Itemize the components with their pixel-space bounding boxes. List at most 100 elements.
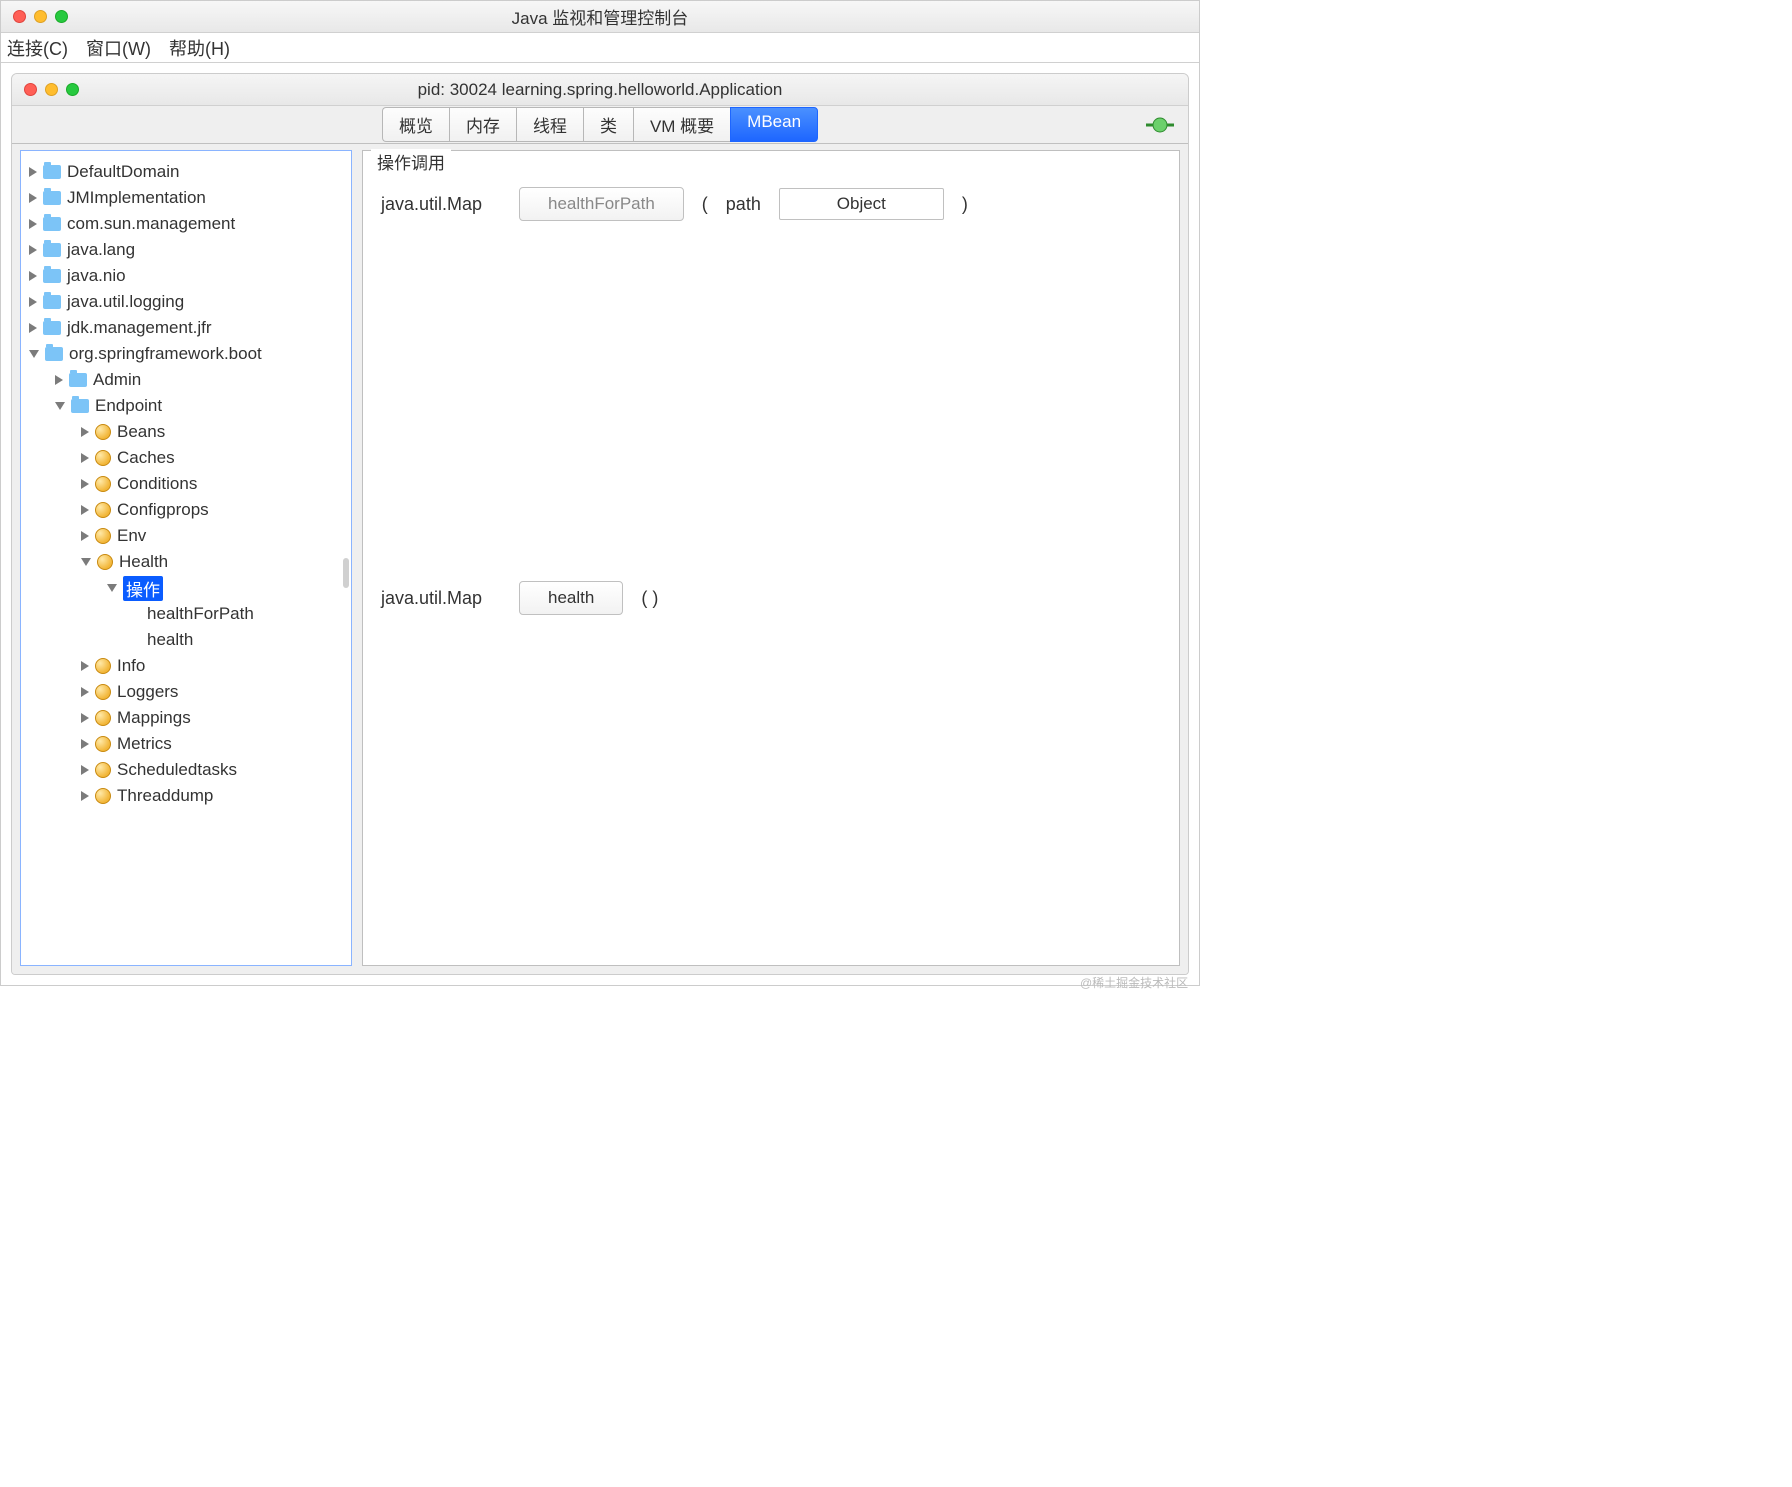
tree-row[interactable]: java.util.logging (25, 289, 347, 315)
chevron-right-icon[interactable] (29, 193, 37, 203)
tab-内存[interactable]: 内存 (449, 107, 516, 142)
tree-row[interactable]: Endpoint (25, 393, 347, 419)
chevron-right-icon[interactable] (81, 713, 89, 723)
chevron-right-icon[interactable] (55, 375, 63, 385)
chevron-right-icon[interactable] (81, 661, 89, 671)
chevron-right-icon[interactable] (29, 271, 37, 281)
chevron-right-icon[interactable] (81, 687, 89, 697)
chevron-right-icon[interactable] (29, 167, 37, 177)
chevron-right-icon[interactable] (81, 479, 89, 489)
outer-window: Java 监视和管理控制台 连接(C) 窗口(W) 帮助(H) pid: 300… (0, 0, 1200, 986)
outer-titlebar: Java 监视和管理控制台 (1, 1, 1199, 33)
bean-icon (95, 502, 111, 518)
close-icon[interactable] (24, 83, 37, 96)
chevron-down-icon[interactable] (107, 584, 117, 592)
tab-类[interactable]: 类 (583, 107, 633, 142)
minimize-icon[interactable] (45, 83, 58, 96)
operation-panel: 操作调用 java.util.Map healthForPath ( path … (362, 150, 1180, 966)
tree-label: org.springframework.boot (69, 344, 262, 364)
chevron-right-icon[interactable] (81, 453, 89, 463)
chevron-down-icon[interactable] (81, 558, 91, 566)
close-icon[interactable] (13, 10, 26, 23)
tree-label: Configprops (117, 500, 209, 520)
operation-panel-title: 操作调用 (371, 149, 451, 174)
param-name: path (726, 194, 761, 215)
spacer (133, 636, 141, 644)
mbean-tree[interactable]: DefaultDomain JMImplementation com.sun.man… (20, 150, 352, 966)
tree-row[interactable]: Health (25, 549, 347, 575)
tab-VM 概要[interactable]: VM 概要 (633, 107, 730, 142)
inner-traffic-lights (12, 83, 79, 96)
close-paren: ) (962, 194, 968, 215)
zoom-icon[interactable] (66, 83, 79, 96)
connection-window: pid: 30024 learning.spring.helloworld.Ap… (11, 73, 1189, 975)
chevron-right-icon[interactable] (81, 739, 89, 749)
tree-row[interactable]: Loggers (25, 679, 347, 705)
tab-概览[interactable]: 概览 (382, 107, 449, 142)
tree-label: healthForPath (147, 604, 254, 624)
chevron-right-icon[interactable] (81, 791, 89, 801)
tree-label: Admin (93, 370, 141, 390)
param-path-input[interactable] (779, 188, 944, 220)
watermark: @稀土掘金技术社区 (1080, 974, 1188, 991)
tree-row[interactable]: health (25, 627, 347, 653)
zoom-icon[interactable] (55, 10, 68, 23)
chevron-right-icon[interactable] (81, 531, 89, 541)
folder-icon (71, 399, 89, 413)
menubar: 连接(C) 窗口(W) 帮助(H) (1, 33, 1199, 63)
tree-label: health (147, 630, 193, 650)
chevron-right-icon[interactable] (81, 427, 89, 437)
tree-label: java.lang (67, 240, 135, 260)
tab-MBean[interactable]: MBean (730, 107, 818, 142)
chevron-right-icon[interactable] (29, 245, 37, 255)
tree-label: Conditions (117, 474, 197, 494)
tree-row[interactable]: Threaddump (25, 783, 347, 809)
tree-row[interactable]: org.springframework.boot (25, 341, 347, 367)
chevron-down-icon[interactable] (29, 350, 39, 358)
tree-row[interactable]: Env (25, 523, 347, 549)
folder-icon (43, 321, 61, 335)
folder-icon (43, 243, 61, 257)
tree-row[interactable]: Scheduledtasks (25, 757, 347, 783)
invoke-health-button[interactable]: health (519, 581, 623, 615)
tree-label: Caches (117, 448, 175, 468)
chevron-down-icon[interactable] (55, 402, 65, 410)
tree-row[interactable]: Admin (25, 367, 347, 393)
chevron-right-icon[interactable] (81, 765, 89, 775)
tab-线程[interactable]: 线程 (516, 107, 583, 142)
tree-row[interactable]: Conditions (25, 471, 347, 497)
tree-label: JMImplementation (67, 188, 206, 208)
chevron-right-icon[interactable] (29, 219, 37, 229)
tree-row[interactable]: JMImplementation (25, 185, 347, 211)
chevron-right-icon[interactable] (29, 323, 37, 333)
tree-row[interactable]: healthForPath (25, 601, 347, 627)
tree-row[interactable]: Caches (25, 445, 347, 471)
minimize-icon[interactable] (34, 10, 47, 23)
tree-label: Threaddump (117, 786, 213, 806)
tree-label: com.sun.management (67, 214, 235, 234)
tree-row[interactable]: java.lang (25, 237, 347, 263)
bean-icon (95, 710, 111, 726)
tree-row[interactable]: Mappings (25, 705, 347, 731)
menu-connect[interactable]: 连接(C) (7, 35, 68, 61)
menu-window[interactable]: 窗口(W) (86, 35, 151, 61)
tree-row[interactable]: com.sun.management (25, 211, 347, 237)
tree-label: 操作 (123, 576, 163, 601)
tree-label: DefaultDomain (67, 162, 179, 182)
tree-row[interactable]: jdk.management.jfr (25, 315, 347, 341)
chevron-right-icon[interactable] (81, 505, 89, 515)
menu-help[interactable]: 帮助(H) (169, 35, 230, 61)
tree-row[interactable]: DefaultDomain (25, 159, 347, 185)
return-type: java.util.Map (381, 194, 501, 215)
operation-health: java.util.Map health ( ) (381, 581, 1161, 615)
tree-row[interactable]: Configprops (25, 497, 347, 523)
outer-traffic-lights (1, 10, 68, 23)
tree-row[interactable]: java.nio (25, 263, 347, 289)
chevron-right-icon[interactable] (29, 297, 37, 307)
invoke-healthForPath-button[interactable]: healthForPath (519, 187, 684, 221)
tree-row[interactable]: Info (25, 653, 347, 679)
tree-row[interactable]: 操作 (25, 575, 347, 601)
tree-row[interactable]: Metrics (25, 731, 347, 757)
folder-icon (69, 373, 87, 387)
tree-row[interactable]: Beans (25, 419, 347, 445)
